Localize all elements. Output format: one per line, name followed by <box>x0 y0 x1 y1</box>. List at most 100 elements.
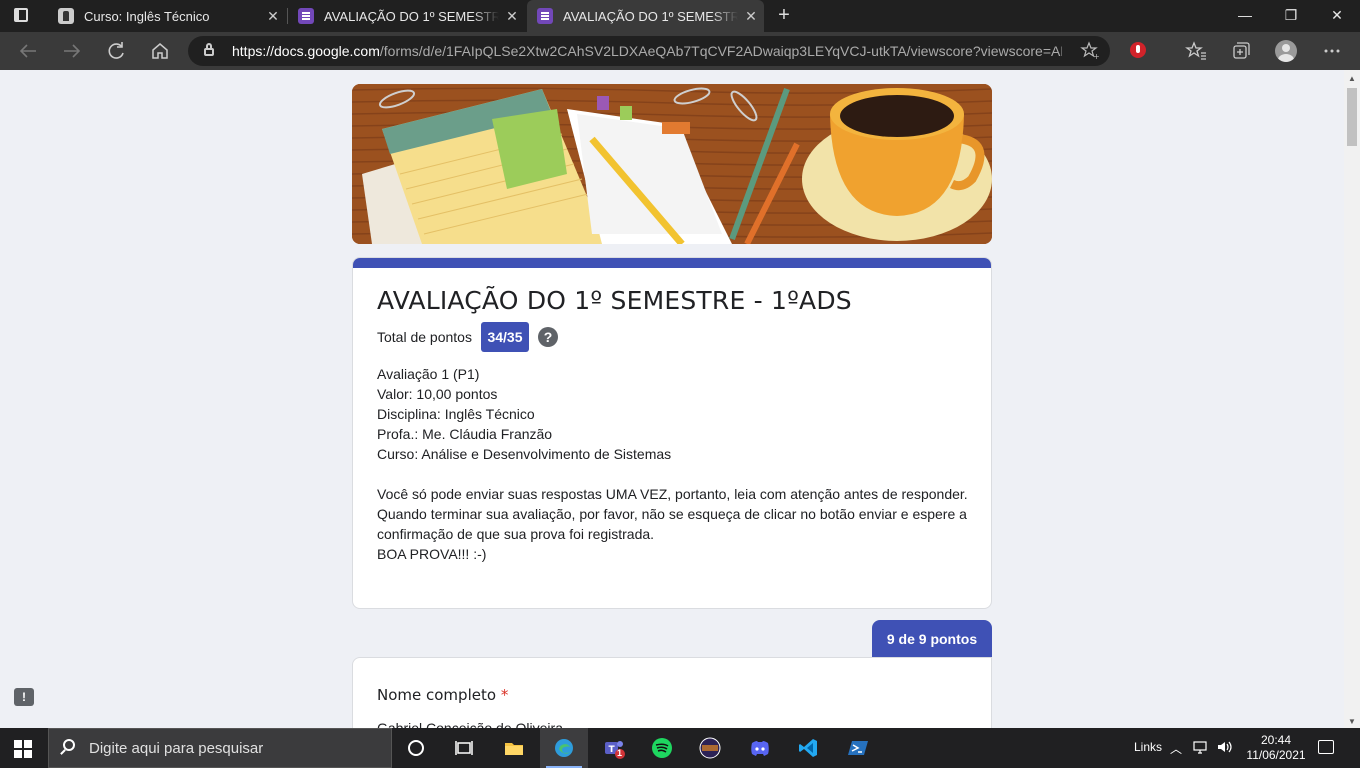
tab-title: Curso: Inglês Técnico <box>84 8 210 24</box>
task-view-button[interactable] <box>440 728 488 768</box>
discord-button[interactable] <box>736 728 784 768</box>
windows-start-icon[interactable] <box>14 740 32 758</box>
desc-line: Profa.: Me. Cláudia Franzão <box>377 426 553 442</box>
links-toolbar[interactable]: Links <box>1134 740 1162 754</box>
form-title: AVALIAÇÃO DO 1º SEMESTRE - 1ºADS <box>377 286 852 315</box>
question-answer: Gabriel Conceição de Oliveira <box>377 720 563 728</box>
teams-button[interactable]: T 1 <box>590 728 638 768</box>
task-view-icon <box>455 741 473 755</box>
close-window-button[interactable]: ✕ <box>1314 0 1360 32</box>
edge-taskbar-button[interactable] <box>540 728 588 768</box>
google-forms-favicon-icon <box>298 8 314 24</box>
svg-text:+: + <box>1093 52 1100 61</box>
help-icon[interactable]: ? <box>538 327 558 347</box>
search-icon <box>63 739 75 751</box>
desc-line: Valor: 10,00 pontos <box>377 386 498 402</box>
scroll-up-arrow-icon[interactable]: ▲ <box>1348 74 1356 83</box>
extension-icon[interactable] <box>1130 42 1146 58</box>
tab-close-icon[interactable]: ✕ <box>499 8 525 25</box>
spotify-button[interactable] <box>638 728 686 768</box>
page-viewport: AVALIAÇÃO DO 1º SEMESTRE - 1ºADS Total d… <box>0 70 1344 728</box>
taskbar-search-box[interactable]: Digite aqui para pesquisar <box>48 728 392 768</box>
url-path: /forms/d/e/1FAIpQLSe2Xtw2CAhSV2LDXAeQAb7… <box>379 43 1062 59</box>
windows-taskbar: Digite aqui para pesquisar T 1 Links ︿ 2… <box>0 728 1360 768</box>
cortana-button[interactable] <box>392 728 440 768</box>
url-host: https://docs.google.com <box>232 43 380 59</box>
discord-icon <box>751 741 769 756</box>
tab-avaliacao-1[interactable]: AVALIAÇÃO DO 1º SEMESTRE - 1 ✕ <box>288 0 525 32</box>
system-clock[interactable]: 20:44 11/06/2021 <box>1240 733 1312 763</box>
minimize-button[interactable]: — <box>1222 0 1268 32</box>
settings-menu-button[interactable] <box>1318 37 1346 65</box>
address-bar[interactable]: https://docs.google.com/forms/d/e/1FAIpQ… <box>188 36 1110 66</box>
svg-text:T: T <box>609 745 616 755</box>
tab-close-icon[interactable]: ✕ <box>738 8 764 25</box>
clock-time: 20:44 <box>1260 733 1292 747</box>
favorites-button[interactable] <box>1182 37 1210 65</box>
total-points-label: Total de pontos <box>377 329 472 345</box>
eclipse-button[interactable] <box>686 728 734 768</box>
file-explorer-button[interactable] <box>490 728 538 768</box>
tab-title: AVALIAÇÃO DO 1º SEMESTRE - 1 <box>563 8 738 24</box>
course-favicon-icon <box>58 8 74 24</box>
tab-close-icon[interactable]: ✕ <box>260 8 286 25</box>
tab-curso-ingles[interactable]: Curso: Inglês Técnico ✕ <box>48 0 286 32</box>
back-arrow-icon <box>19 44 36 58</box>
desc-line: BOA PROVA!!! :-) <box>377 546 487 562</box>
form-header-image <box>352 84 992 244</box>
refresh-button[interactable] <box>102 37 130 65</box>
folder-icon <box>505 743 523 755</box>
notifications-icon[interactable] <box>1318 740 1334 754</box>
edge-icon <box>555 739 573 757</box>
scroll-down-arrow-icon[interactable]: ▼ <box>1348 717 1356 726</box>
home-button[interactable] <box>146 37 174 65</box>
form-header-card: AVALIAÇÃO DO 1º SEMESTRE - 1ºADS Total d… <box>352 257 992 609</box>
new-tab-button[interactable]: + <box>772 4 796 28</box>
form-description: Avaliação 1 (P1) Valor: 10,00 pontos Dis… <box>377 364 973 564</box>
desc-line: Avaliação 1 (P1) <box>377 366 480 382</box>
desc-spacer <box>377 464 973 484</box>
back-button[interactable] <box>14 37 42 65</box>
total-score-badge: 34/35 <box>481 322 529 352</box>
network-icon[interactable] <box>1192 738 1210 759</box>
powershell-button[interactable] <box>834 728 882 768</box>
more-options-icon <box>1324 49 1340 53</box>
report-feedback-icon[interactable]: ! <box>14 688 34 706</box>
vscode-button[interactable] <box>784 728 832 768</box>
section-points-badge: 9 de 9 pontos <box>872 620 992 658</box>
question-label: Nome completo * <box>377 686 508 704</box>
browser-toolbar: https://docs.google.com/forms/d/e/1FAIpQ… <box>0 32 1360 70</box>
desc-line: Curso: Análise e Desenvolvimento de Sist… <box>377 446 672 462</box>
forward-arrow-icon <box>64 44 81 58</box>
favorites-icon <box>1185 41 1206 60</box>
form-accent-bar <box>353 258 991 268</box>
clock-date: 11/06/2021 <box>1246 748 1306 762</box>
eclipse-icon <box>699 737 721 759</box>
url-text[interactable]: https://docs.google.com/forms/d/e/1FAIpQ… <box>232 43 1062 59</box>
desc-line: Você só pode enviar suas respostas UMA V… <box>377 486 968 502</box>
volume-icon[interactable] <box>1216 738 1234 759</box>
add-favorite-icon[interactable]: + <box>1080 41 1100 66</box>
desc-line: Disciplina: Inglês Técnico <box>377 406 535 422</box>
page-scrollbar[interactable]: ▲ ▼ <box>1344 70 1360 728</box>
profile-avatar[interactable] <box>1275 40 1297 62</box>
question-card: Nome completo * Gabriel Conceição de Oli… <box>352 657 992 728</box>
show-hidden-icons-chevron-icon[interactable]: ︿ <box>1170 740 1182 757</box>
collections-icon <box>1233 42 1250 59</box>
forward-button[interactable] <box>58 37 86 65</box>
google-forms-favicon-icon <box>537 8 553 24</box>
desc-line: Quando terminar sua avaliação, por favor… <box>377 506 967 542</box>
search-placeholder: Digite aqui para pesquisar <box>89 740 264 757</box>
tab-title: AVALIAÇÃO DO 1º SEMESTRE - 1 <box>324 8 499 24</box>
spotify-icon <box>652 738 672 758</box>
powershell-icon <box>848 741 868 755</box>
question-text: Nome completo <box>377 686 497 704</box>
collections-button[interactable] <box>1226 37 1254 65</box>
cortana-circle-icon <box>408 740 424 756</box>
lock-icon <box>204 43 214 56</box>
browser-tab-bar: Curso: Inglês Técnico ✕ AVALIAÇÃO DO 1º … <box>0 0 1360 32</box>
tab-avaliacao-2-active[interactable]: AVALIAÇÃO DO 1º SEMESTRE - 1 ✕ <box>527 0 764 32</box>
scrollbar-thumb[interactable] <box>1347 88 1357 146</box>
tab-actions-icon[interactable] <box>14 8 28 22</box>
maximize-button[interactable]: ❐ <box>1268 0 1314 32</box>
